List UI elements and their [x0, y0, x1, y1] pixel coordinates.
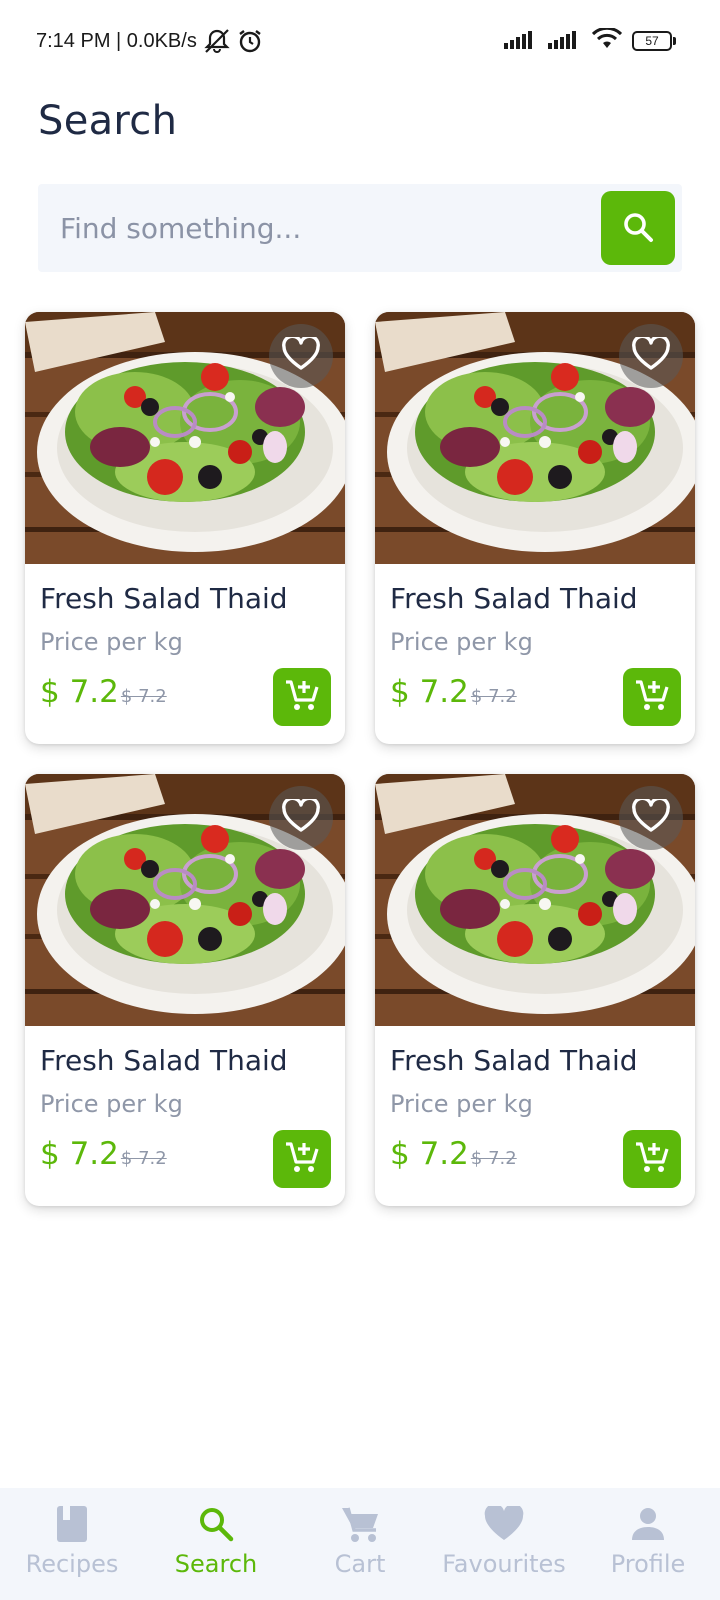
nav-label-favourites: Favourites: [442, 1550, 566, 1578]
heart-outline-icon: [282, 796, 320, 837]
heart-outline-icon: [632, 334, 670, 375]
product-grid: Fresh Salad Thaid Price per kg $ 7.2 $ 7…: [25, 312, 697, 1206]
heart-outline-icon: [282, 334, 320, 375]
price-original: $ 7.2: [120, 1148, 167, 1169]
nav-label-recipes: Recipes: [25, 1550, 119, 1578]
add-cart-icon: [284, 678, 320, 716]
status-bar: 7:14 PM | 0.0KB/s 57: [0, 0, 720, 80]
product-card[interactable]: Fresh Salad Thaid Price per kg $ 7.2 $ 7…: [375, 774, 695, 1206]
nav-item-profile[interactable]: Profile: [576, 1504, 720, 1578]
add-cart-icon: [284, 1140, 320, 1178]
bottom-nav: Recipes Search Cart Favourites Profile: [0, 1488, 720, 1600]
product-name: Fresh Salad Thaid: [390, 582, 638, 615]
nav-item-recipes[interactable]: Recipes: [0, 1504, 144, 1578]
price-current: $ 7.2: [40, 1136, 119, 1172]
add-to-cart-button[interactable]: [273, 668, 331, 726]
product-unit: Price per kg: [390, 1090, 533, 1118]
favourite-button[interactable]: [269, 786, 333, 850]
nav-label-search: Search: [174, 1550, 258, 1578]
cart-icon: [340, 1504, 380, 1544]
search-icon: [621, 210, 655, 247]
person-icon: [631, 1504, 665, 1544]
product-name: Fresh Salad Thaid: [40, 582, 288, 615]
battery-icon: 57: [632, 31, 676, 51]
wifi-icon: [591, 26, 623, 54]
add-to-cart-button[interactable]: [623, 668, 681, 726]
favourite-button[interactable]: [619, 324, 683, 388]
bell-muted-icon: [203, 28, 231, 54]
battery-level: 57: [632, 31, 672, 51]
book-icon: [56, 1504, 88, 1544]
product-card[interactable]: Fresh Salad Thaid Price per kg $ 7.2 $ 7…: [375, 312, 695, 744]
search-icon: [198, 1504, 234, 1544]
product-price: $ 7.2 $ 7.2: [40, 674, 167, 710]
signal-icon: [504, 29, 538, 53]
price-current: $ 7.2: [390, 674, 469, 710]
add-to-cart-button[interactable]: [623, 1130, 681, 1188]
product-name: Fresh Salad Thaid: [40, 1044, 288, 1077]
favourite-button[interactable]: [269, 324, 333, 388]
product-name: Fresh Salad Thaid: [390, 1044, 638, 1077]
nav-label-profile: Profile: [610, 1550, 686, 1578]
signal-icon: [548, 29, 582, 53]
product-price: $ 7.2 $ 7.2: [40, 1136, 167, 1172]
product-price: $ 7.2 $ 7.2: [390, 1136, 517, 1172]
search-button[interactable]: [601, 191, 675, 265]
price-original: $ 7.2: [470, 1148, 517, 1169]
search-input[interactable]: [60, 206, 620, 250]
status-right: 57: [504, 26, 676, 54]
favourite-button[interactable]: [619, 786, 683, 850]
nav-item-search[interactable]: Search: [144, 1504, 288, 1578]
search-bar: [38, 184, 682, 272]
add-cart-icon: [634, 1140, 670, 1178]
page-title: Search: [38, 98, 178, 144]
product-unit: Price per kg: [40, 1090, 183, 1118]
alarm-icon: [237, 28, 263, 54]
product-card[interactable]: Fresh Salad Thaid Price per kg $ 7.2 $ 7…: [25, 774, 345, 1206]
heart-outline-icon: [632, 796, 670, 837]
price-current: $ 7.2: [390, 1136, 469, 1172]
nav-item-cart[interactable]: Cart: [288, 1504, 432, 1578]
price-original: $ 7.2: [120, 686, 167, 707]
add-cart-icon: [634, 678, 670, 716]
nav-item-favourites[interactable]: Favourites: [432, 1504, 576, 1578]
status-time-speed: 7:14 PM | 0.0KB/s: [36, 29, 197, 52]
status-left: 7:14 PM | 0.0KB/s: [36, 28, 263, 54]
product-card[interactable]: Fresh Salad Thaid Price per kg $ 7.2 $ 7…: [25, 312, 345, 744]
product-price: $ 7.2 $ 7.2: [390, 674, 517, 710]
add-to-cart-button[interactable]: [273, 1130, 331, 1188]
heart-icon: [484, 1504, 524, 1544]
nav-label-cart: Cart: [334, 1550, 386, 1578]
price-current: $ 7.2: [40, 674, 119, 710]
product-unit: Price per kg: [40, 628, 183, 656]
product-unit: Price per kg: [390, 628, 533, 656]
price-original: $ 7.2: [470, 686, 517, 707]
